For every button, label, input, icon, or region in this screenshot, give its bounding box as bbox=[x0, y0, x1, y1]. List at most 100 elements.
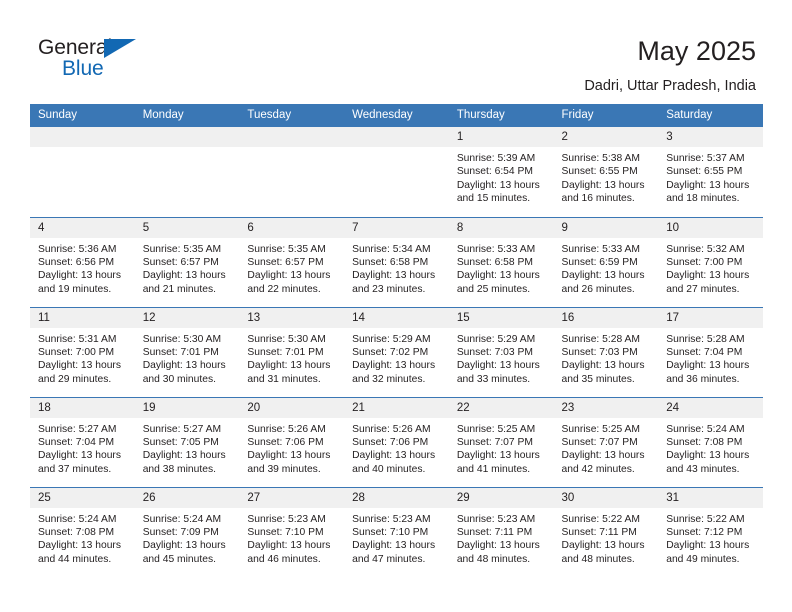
daylight-duration-line1: Daylight: 13 hours bbox=[666, 360, 750, 372]
daylight-duration-line2: and 35 minutes. bbox=[561, 373, 635, 385]
daylight-duration-line2: and 30 minutes. bbox=[142, 373, 216, 385]
sunset-time: Sunset: 7:01 PM bbox=[247, 346, 324, 358]
daylight-duration-line2: and 19 minutes. bbox=[38, 283, 112, 295]
calendar-day-cell[interactable]: 11 Sunrise: 5:31 AM Sunset: 7:00 PM Dayligh… bbox=[30, 306, 135, 397]
sunrise-time: Sunrise: 5:30 AM bbox=[247, 333, 326, 345]
general-blue-logo: General Blue bbox=[38, 36, 158, 84]
calendar-day-cell[interactable]: 18 Sunrise: 5:27 AM Sunset: 7:04 PM Dayligh… bbox=[30, 396, 135, 487]
calendar-day-cell[interactable]: 29 Sunrise: 5:23 AM Sunset: 7:11 PM Dayligh… bbox=[448, 486, 554, 577]
sunset-time: Sunset: 7:08 PM bbox=[38, 526, 115, 538]
sunrise-time: Sunrise: 5:29 AM bbox=[352, 333, 431, 345]
calendar-day-cell[interactable]: 28 Sunrise: 5:23 AM Sunset: 7:10 PM Dayligh… bbox=[344, 486, 449, 577]
daylight-duration-line1: Daylight: 13 hours bbox=[456, 270, 540, 282]
calendar-day-cell[interactable]: 26 Sunrise: 5:24 AM Sunset: 7:09 PM Dayligh… bbox=[134, 486, 240, 577]
daylight-duration-line2: and 48 minutes. bbox=[561, 553, 635, 565]
day-sun-info: Sunrise: 5:37 AM Sunset: 6:55 PM Daylight:… bbox=[658, 147, 763, 206]
calendar-day-cell[interactable]: 3 Sunrise: 5:37 AM Sunset: 6:55 PM Daylight… bbox=[658, 127, 763, 217]
day-number: 6 bbox=[239, 217, 345, 238]
sunrise-time: Sunrise: 5:26 AM bbox=[352, 423, 431, 435]
daylight-duration-line2: and 45 minutes. bbox=[142, 553, 216, 565]
daylight-duration-line1: Daylight: 13 hours bbox=[38, 450, 121, 462]
day-number: 17 bbox=[658, 307, 763, 328]
daylight-duration-line1: Daylight: 13 hours bbox=[247, 360, 331, 372]
calendar-day-cell[interactable]: 22 Sunrise: 5:25 AM Sunset: 7:07 PM Dayligh… bbox=[448, 396, 554, 487]
daylight-duration-line2: and 48 minutes. bbox=[456, 553, 531, 565]
calendar-day-cell[interactable]: 15 Sunrise: 5:29 AM Sunset: 7:03 PM Dayligh… bbox=[448, 306, 554, 397]
day-number: 5 bbox=[134, 217, 240, 238]
page-subtitle-location: Dadri, Uttar Pradesh, India bbox=[584, 78, 756, 94]
day-number: 9 bbox=[553, 217, 659, 238]
sunset-time: Sunset: 7:00 PM bbox=[666, 256, 743, 268]
daylight-duration-line2: and 43 minutes. bbox=[666, 463, 740, 475]
calendar-day-cell[interactable]: 20 Sunrise: 5:26 AM Sunset: 7:06 PM Dayligh… bbox=[239, 396, 345, 487]
calendar-day-cell[interactable]: 25 Sunrise: 5:24 AM Sunset: 7:08 PM Dayligh… bbox=[30, 486, 135, 577]
daylight-duration-line1: Daylight: 13 hours bbox=[142, 360, 226, 372]
sunset-time: Sunset: 6:55 PM bbox=[561, 166, 638, 178]
calendar-day-cell[interactable]: 5 Sunrise: 5:35 AM Sunset: 6:57 PM Daylight… bbox=[134, 216, 240, 307]
daylight-duration-line1: Daylight: 13 hours bbox=[38, 360, 121, 372]
calendar-day-cell[interactable]: 27 Sunrise: 5:23 AM Sunset: 7:10 PM Dayligh… bbox=[239, 486, 345, 577]
sunset-time: Sunset: 7:05 PM bbox=[142, 436, 219, 448]
day-number: 19 bbox=[134, 397, 240, 418]
weekday-header-tuesday: Tuesday bbox=[239, 104, 345, 127]
daylight-duration-line2: and 47 minutes. bbox=[352, 553, 426, 565]
sunset-time: Sunset: 7:00 PM bbox=[38, 346, 115, 358]
sunset-time: Sunset: 7:06 PM bbox=[352, 436, 429, 448]
calendar-day-cell[interactable]: 12 Sunrise: 5:30 AM Sunset: 7:01 PM Dayligh… bbox=[134, 306, 240, 397]
daylight-duration-line1: Daylight: 13 hours bbox=[561, 540, 645, 552]
calendar-day-cell[interactable]: 13 Sunrise: 5:30 AM Sunset: 7:01 PM Dayligh… bbox=[239, 306, 345, 397]
calendar-day-cell[interactable]: 19 Sunrise: 5:27 AM Sunset: 7:05 PM Dayligh… bbox=[134, 396, 240, 487]
calendar-day-cell[interactable]: 14 Sunrise: 5:29 AM Sunset: 7:02 PM Dayligh… bbox=[344, 306, 449, 397]
calendar-day-cell[interactable]: 8 Sunrise: 5:33 AM Sunset: 6:58 PM Daylight… bbox=[448, 216, 554, 307]
calendar-day-cell[interactable]: 7 Sunrise: 5:34 AM Sunset: 6:58 PM Daylight… bbox=[344, 216, 449, 307]
calendar-day-cell[interactable]: 23 Sunrise: 5:25 AM Sunset: 7:07 PM Dayligh… bbox=[553, 396, 659, 487]
calendar-day-cell[interactable]: 16 Sunrise: 5:28 AM Sunset: 7:03 PM Dayligh… bbox=[553, 306, 659, 397]
day-sun-info: Sunrise: 5:26 AM Sunset: 7:06 PM Daylight:… bbox=[344, 418, 449, 477]
day-number: 31 bbox=[658, 487, 763, 508]
day-sun-info: Sunrise: 5:23 AM Sunset: 7:11 PM Daylight:… bbox=[449, 508, 554, 567]
day-number: 29 bbox=[448, 487, 554, 508]
sunset-time: Sunset: 7:04 PM bbox=[666, 346, 743, 358]
sunset-time: Sunset: 7:09 PM bbox=[142, 526, 219, 538]
daylight-duration-line2: and 33 minutes. bbox=[456, 373, 531, 385]
logo-text-blue: Blue bbox=[62, 57, 104, 80]
daylight-duration-line2: and 26 minutes. bbox=[561, 283, 635, 295]
calendar-day-cell[interactable]: 31 Sunrise: 5:22 AM Sunset: 7:12 PM Dayligh… bbox=[658, 486, 763, 577]
daylight-duration-line1: Daylight: 13 hours bbox=[352, 270, 436, 282]
daylight-duration-line2: and 23 minutes. bbox=[352, 283, 426, 295]
daylight-duration-line2: and 46 minutes. bbox=[247, 553, 321, 565]
calendar-day-cell[interactable]: 24 Sunrise: 5:24 AM Sunset: 7:08 PM Dayligh… bbox=[658, 396, 763, 487]
calendar-day-cell[interactable]: 4 Sunrise: 5:36 AM Sunset: 6:56 PM Daylight… bbox=[30, 216, 135, 307]
sunrise-time: Sunrise: 5:22 AM bbox=[561, 513, 640, 525]
daylight-duration-line1: Daylight: 13 hours bbox=[456, 360, 540, 372]
calendar-day-cell[interactable]: 30 Sunrise: 5:22 AM Sunset: 7:11 PM Dayligh… bbox=[553, 486, 659, 577]
sunrise-time: Sunrise: 5:24 AM bbox=[142, 513, 222, 525]
sunrise-time: Sunrise: 5:22 AM bbox=[666, 513, 745, 525]
calendar-day-cell[interactable]: 2 Sunrise: 5:38 AM Sunset: 6:55 PM Daylight… bbox=[553, 127, 659, 217]
sunrise-time: Sunrise: 5:35 AM bbox=[142, 243, 222, 255]
daylight-duration-line1: Daylight: 13 hours bbox=[38, 540, 121, 552]
day-sun-info: Sunrise: 5:24 AM Sunset: 7:08 PM Daylight:… bbox=[30, 508, 135, 567]
day-sun-info: Sunrise: 5:38 AM Sunset: 6:55 PM Daylight:… bbox=[554, 147, 659, 206]
daylight-duration-line1: Daylight: 13 hours bbox=[38, 270, 121, 282]
day-sun-info: Sunrise: 5:25 AM Sunset: 7:07 PM Daylight:… bbox=[449, 418, 554, 477]
daylight-duration-line2: and 18 minutes. bbox=[666, 193, 740, 205]
calendar-day-cell[interactable]: 21 Sunrise: 5:26 AM Sunset: 7:06 PM Dayligh… bbox=[344, 396, 449, 487]
sunset-time: Sunset: 7:04 PM bbox=[38, 436, 115, 448]
daylight-duration-line1: Daylight: 13 hours bbox=[561, 360, 645, 372]
calendar-day-cell[interactable]: 6 Sunrise: 5:35 AM Sunset: 6:57 PM Daylight… bbox=[239, 216, 345, 307]
daylight-duration-line2: and 49 minutes. bbox=[666, 553, 740, 565]
sunrise-time: Sunrise: 5:25 AM bbox=[561, 423, 640, 435]
calendar-day-cell[interactable]: 17 Sunrise: 5:28 AM Sunset: 7:04 PM Dayligh… bbox=[658, 306, 763, 397]
day-number: 23 bbox=[553, 397, 659, 418]
daylight-duration-line1: Daylight: 13 hours bbox=[247, 270, 331, 282]
day-sun-info: Sunrise: 5:27 AM Sunset: 7:04 PM Daylight:… bbox=[30, 418, 135, 477]
calendar-day-cell[interactable]: 10 Sunrise: 5:32 AM Sunset: 7:00 PM Dayligh… bbox=[658, 216, 763, 307]
day-sun-info: Sunrise: 5:30 AM Sunset: 7:01 PM Daylight:… bbox=[135, 328, 240, 387]
day-sun-info: Sunrise: 5:33 AM Sunset: 6:59 PM Daylight:… bbox=[554, 238, 659, 297]
sunrise-time: Sunrise: 5:28 AM bbox=[561, 333, 640, 345]
sunrise-time: Sunrise: 5:24 AM bbox=[666, 423, 745, 435]
sunrise-time: Sunrise: 5:27 AM bbox=[38, 423, 117, 435]
calendar-day-cell[interactable]: 1 Sunrise: 5:39 AM Sunset: 6:54 PM Daylight… bbox=[448, 127, 554, 217]
calendar-day-cell[interactable]: 9 Sunrise: 5:33 AM Sunset: 6:59 PM Daylight… bbox=[553, 216, 659, 307]
